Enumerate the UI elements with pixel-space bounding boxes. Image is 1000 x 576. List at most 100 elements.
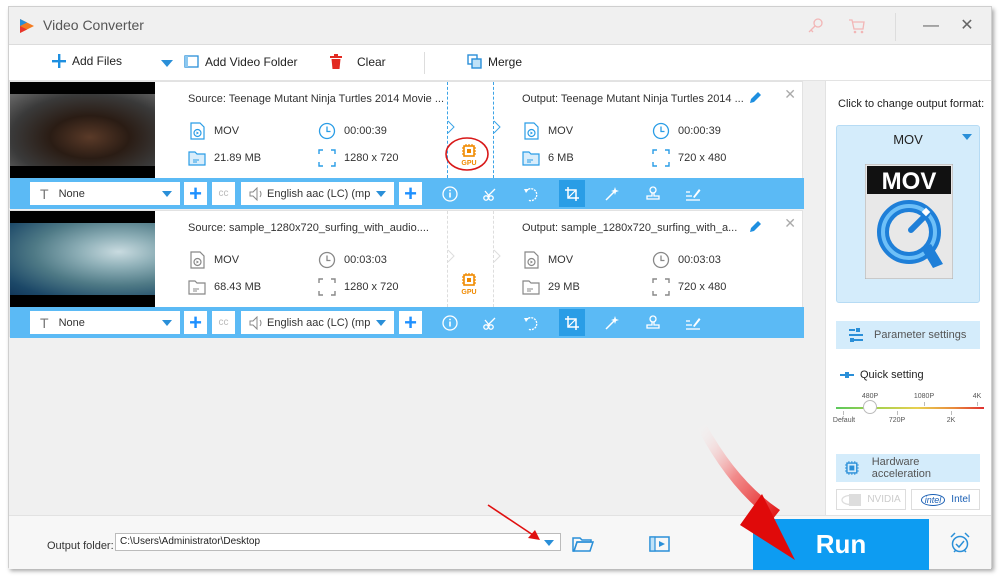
source-info: Source: Teenage Mutant Ninja Turtles 201… [188, 82, 448, 178]
nvidia-option[interactable]: NVIDIA [836, 489, 906, 510]
rotate-button[interactable] [518, 180, 544, 207]
output-folder-value: C:\Users\Administrator\Desktop [120, 536, 261, 547]
resolution-icon [652, 149, 670, 167]
clear-button[interactable]: Clear [329, 54, 386, 69]
audio-track-select[interactable]: English aac (LC) (mp [241, 311, 394, 334]
cut-button[interactable] [477, 309, 503, 336]
video-thumbnail[interactable] [10, 82, 155, 178]
info-button[interactable] [437, 180, 463, 207]
alarm-clock-icon[interactable] [949, 532, 971, 554]
crop-button[interactable] [559, 309, 585, 336]
video-file-icon [190, 122, 205, 140]
cc-button[interactable]: cc [212, 311, 235, 334]
nvidia-label: NVIDIA [867, 494, 901, 505]
add-files-label: Add Files [72, 54, 123, 68]
output-resolution: 720 x 480 [678, 152, 727, 164]
speaker-icon [249, 315, 262, 330]
add-subtitle-button[interactable]: + [184, 311, 207, 334]
app-window: Video Converter — ✕ Add Files Add Video … [8, 6, 992, 570]
tick-default: Default [832, 417, 856, 424]
clock-icon [652, 122, 670, 140]
plus-icon: + [189, 309, 202, 335]
merge-button[interactable]: Merge [467, 54, 522, 69]
cut-button[interactable] [477, 180, 503, 207]
file-item[interactable]: Source: sample_1280x720_surfing_with_aud… [9, 210, 804, 338]
remove-file-button[interactable]: ✕ [784, 215, 796, 232]
source-duration: 00:00:39 [344, 125, 387, 137]
minimize-button[interactable]: — [919, 15, 943, 37]
add-video-folder-label: Add Video Folder [205, 54, 298, 69]
output-format: MOV [548, 125, 574, 137]
add-files-button[interactable]: Add Files [52, 54, 122, 68]
file-item[interactable]: Source: Teenage Mutant Ninja Turtles 201… [9, 81, 804, 209]
audio-track-select[interactable]: English aac (LC) (mp [241, 182, 394, 205]
info-icon [442, 314, 458, 331]
intel-option[interactable]: intel Intel [911, 489, 980, 510]
chevron-down-icon [962, 134, 972, 140]
add-audio-button[interactable]: + [399, 311, 422, 334]
subtitle-edit-button[interactable] [680, 180, 706, 207]
slider-track[interactable] [836, 407, 984, 409]
output-size: 29 MB [548, 281, 580, 293]
add-video-folder-button[interactable]: Add Video Folder [184, 54, 298, 69]
chevron-down-icon [376, 191, 386, 197]
mov-format-icon: MOV [865, 164, 953, 279]
speaker-icon [249, 186, 262, 201]
video-folder-icon[interactable] [649, 534, 671, 554]
output-format: MOV [548, 254, 574, 266]
hardware-acceleration-button[interactable]: Hardware acceleration [836, 454, 980, 482]
remove-file-button[interactable]: ✕ [784, 86, 796, 103]
output-folder-input[interactable]: C:\Users\Administrator\Desktop [115, 533, 561, 551]
run-button[interactable]: Run [753, 519, 929, 570]
clock-icon [318, 122, 336, 140]
edit-output-name-icon[interactable] [748, 91, 762, 105]
parameter-settings-button[interactable]: Parameter settings [836, 321, 980, 349]
source-title: Source: sample_1280x720_surfing_with_aud… [188, 222, 429, 234]
video-thumbnail[interactable] [10, 211, 155, 307]
output-info: Output: sample_1280x720_surfing_with_a..… [522, 211, 782, 307]
clear-label: Clear [357, 54, 386, 69]
subtitle-select[interactable]: T None [30, 182, 180, 205]
effects-button[interactable] [599, 180, 625, 207]
add-subtitle-button[interactable]: + [184, 182, 207, 205]
quality-slider[interactable]: 480P 1080P 4K Default 720P 2K [832, 393, 984, 433]
close-window-button[interactable]: ✕ [955, 15, 979, 37]
output-folder-dropdown-icon[interactable] [544, 540, 554, 546]
effects-button[interactable] [599, 309, 625, 336]
crop-button[interactable] [559, 180, 585, 207]
chevron-down-icon [162, 191, 172, 197]
watermark-button[interactable] [640, 309, 666, 336]
watermark-button[interactable] [640, 180, 666, 207]
tick-4k: 4K [972, 393, 982, 400]
title-bar: Video Converter — ✕ [9, 7, 991, 45]
file-edit-toolbar: T None + cc English aac (LC) (mp + [10, 307, 804, 338]
quick-setting-text: Quick setting [860, 369, 924, 381]
edit-output-name-icon[interactable] [748, 220, 762, 234]
cc-button[interactable]: cc [212, 182, 235, 205]
video-file-icon [190, 251, 205, 269]
rotate-button[interactable] [518, 309, 544, 336]
subtitle-edit-button[interactable] [680, 309, 706, 336]
key-icon[interactable] [805, 16, 825, 36]
cart-icon[interactable] [847, 16, 867, 36]
subtitle-select[interactable]: T None [30, 311, 180, 334]
audio-track-value: English aac (LC) (mp [267, 316, 371, 329]
video-file-icon [524, 122, 539, 140]
slider-handle[interactable] [863, 400, 877, 414]
source-duration: 00:03:03 [344, 254, 387, 266]
output-format-selector[interactable]: MOV MOV [836, 125, 980, 303]
main-toolbar: Add Files Add Video Folder Clear Merge [9, 45, 991, 81]
folder-icon [188, 151, 206, 166]
info-button[interactable] [437, 309, 463, 336]
output-duration: 00:00:39 [678, 125, 721, 137]
add-files-dropdown-icon[interactable] [161, 60, 173, 68]
folder-icon [188, 280, 206, 295]
app-logo-icon [20, 19, 34, 33]
source-size: 68.43 MB [214, 281, 262, 293]
output-format-name: MOV [893, 132, 923, 147]
mov-icon-text: MOV [882, 168, 937, 195]
add-audio-button[interactable]: + [399, 182, 422, 205]
open-folder-icon[interactable] [572, 534, 594, 554]
text-icon: T [40, 314, 49, 331]
trash-icon [330, 54, 342, 69]
